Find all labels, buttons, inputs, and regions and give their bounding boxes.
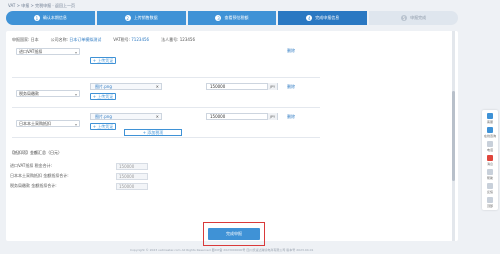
corp-number-info: 法人番号: 123456	[161, 37, 196, 42]
uploaded-file: 图片.png ✕	[90, 83, 162, 90]
step-number: 2	[124, 15, 131, 21]
progress-steps: 1 确认本期信息 2 上传销售数据 3 查看预估税额 4 完成申报信息 5 申报完成	[6, 11, 458, 25]
user-icon	[486, 113, 493, 119]
delete-link[interactable]: 删除	[287, 48, 295, 54]
amount-input[interactable]: 150000 JPY	[206, 83, 278, 90]
breadcrumb[interactable]: VAT > 申报 > 完税申报 · 返回上一页	[8, 3, 75, 9]
uploaded-file: 图片.png ✕	[90, 113, 162, 120]
country-info: 申报国家: 日本	[12, 37, 39, 42]
add-tax-item-button[interactable]: + 添加税项	[124, 129, 182, 136]
amount-input[interactable]: 150000 JPY	[206, 113, 278, 120]
step-label: 查看预估税额	[224, 15, 249, 20]
chat-icon	[486, 127, 493, 133]
deduction-row: 进口VAT抵扣 ▾ + 上传凭证 删除	[12, 45, 320, 78]
floating-sidebar: 客服 在线咨询 电话 消息 帮助 反馈 顶部	[482, 110, 498, 210]
phone-icon	[486, 141, 493, 147]
sidebar-item-top[interactable]: 顶部	[486, 197, 493, 208]
step-number: 4	[306, 15, 313, 21]
close-icon[interactable]: ✕	[156, 114, 159, 119]
deduction-type-select[interactable]: 进口VAT抵扣 ▾	[16, 48, 80, 55]
step-number: 1	[33, 15, 40, 21]
top-icon	[486, 197, 493, 203]
footer: Copyright © 2023 vatmaster.com All Right…	[130, 248, 314, 252]
chevron-down-icon: ▾	[74, 122, 77, 127]
alert-icon	[486, 155, 493, 161]
company-info: 公司名称: 日本订单模拟测试	[50, 37, 102, 42]
sidebar-item-chat[interactable]: 在线咨询	[484, 127, 496, 138]
summary-value: 150000	[116, 172, 148, 180]
deduction-type-select[interactable]: 日本本土采购抵扣 ▾	[16, 120, 80, 127]
step-label: 确认本期信息	[42, 15, 67, 20]
sidebar-item-message[interactable]: 消息	[486, 155, 493, 166]
sidebar-item-help[interactable]: 帮助	[486, 169, 493, 180]
deduction-type-select[interactable]: 税务局缴款 ▾	[16, 90, 80, 97]
summary-title: 【抵扣项】金额汇总（日元）	[10, 150, 62, 155]
summary-line: 日本本土采购抵扣 金额抵扣合计: 150000	[10, 171, 310, 181]
vat-info: VAT税号: 7123456	[113, 37, 150, 42]
summary-value: 150000	[116, 182, 148, 190]
step-1: 1 确认本期信息	[6, 11, 95, 25]
step-label: 完成申报信息	[315, 15, 340, 20]
summary-line: 进口VAT抵扣 税金合计: 150000	[10, 161, 310, 171]
step-5: 5 申报完成	[369, 11, 458, 25]
step-2: 2 上传销售数据	[96, 11, 186, 25]
step-number: 5	[401, 15, 408, 21]
help-icon	[486, 169, 493, 175]
sidebar-item-phone[interactable]: 电话	[486, 141, 493, 152]
upload-voucher-button[interactable]: + 上传凭证	[90, 123, 116, 130]
close-icon[interactable]: ✕	[156, 84, 159, 89]
currency-unit: JPY	[267, 83, 277, 90]
delete-link[interactable]: 删除	[287, 114, 295, 120]
declaration-info: 申报国家: 日本 公司名称: 日本订单模拟测试 VAT税号: 7123456 法…	[12, 37, 195, 43]
step-4: 4 完成申报信息	[278, 11, 368, 25]
step-label: 上传销售数据	[133, 15, 158, 20]
upload-voucher-button[interactable]: + 上传凭证	[90, 93, 116, 100]
chevron-down-icon: ▾	[74, 92, 77, 97]
deduction-form: 进口VAT抵扣 ▾ + 上传凭证 删除 税务局缴款 ▾ 图片.png ✕ + 上传凭证…	[12, 45, 320, 138]
sidebar-item-feedback[interactable]: 反馈	[486, 183, 493, 194]
scrollbar[interactable]	[452, 31, 455, 241]
upload-voucher-button[interactable]: + 上传凭证	[90, 57, 116, 64]
deduction-row: 税务局缴款 ▾ 图片.png ✕ + 上传凭证 150000 JPY 删除	[12, 78, 320, 108]
main-panel: 申报国家: 日本 公司名称: 日本订单模拟测试 VAT税号: 7123456 法…	[6, 31, 458, 241]
delete-link[interactable]: 删除	[287, 84, 295, 90]
summary-value: 150000	[116, 162, 148, 170]
sidebar-item-service[interactable]: 客服	[486, 113, 493, 124]
scrollbar-thumb[interactable]	[452, 91, 455, 181]
step-3: 3 查看预估税额	[187, 11, 277, 25]
submit-button[interactable]: 完成申报	[208, 228, 260, 240]
step-label: 申报完成	[410, 15, 427, 20]
feedback-icon	[486, 183, 493, 189]
submit-highlight: 完成申报	[203, 222, 265, 246]
currency-unit: JPY	[267, 113, 277, 120]
step-number: 3	[215, 15, 222, 21]
chevron-down-icon: ▾	[74, 50, 77, 55]
deduction-summary: 【抵扣项】金额汇总（日元） 进口VAT抵扣 税金合计: 150000 日本本土采购…	[10, 150, 310, 191]
summary-line: 税务局缴款 金额抵扣合计: 150000	[10, 181, 310, 191]
